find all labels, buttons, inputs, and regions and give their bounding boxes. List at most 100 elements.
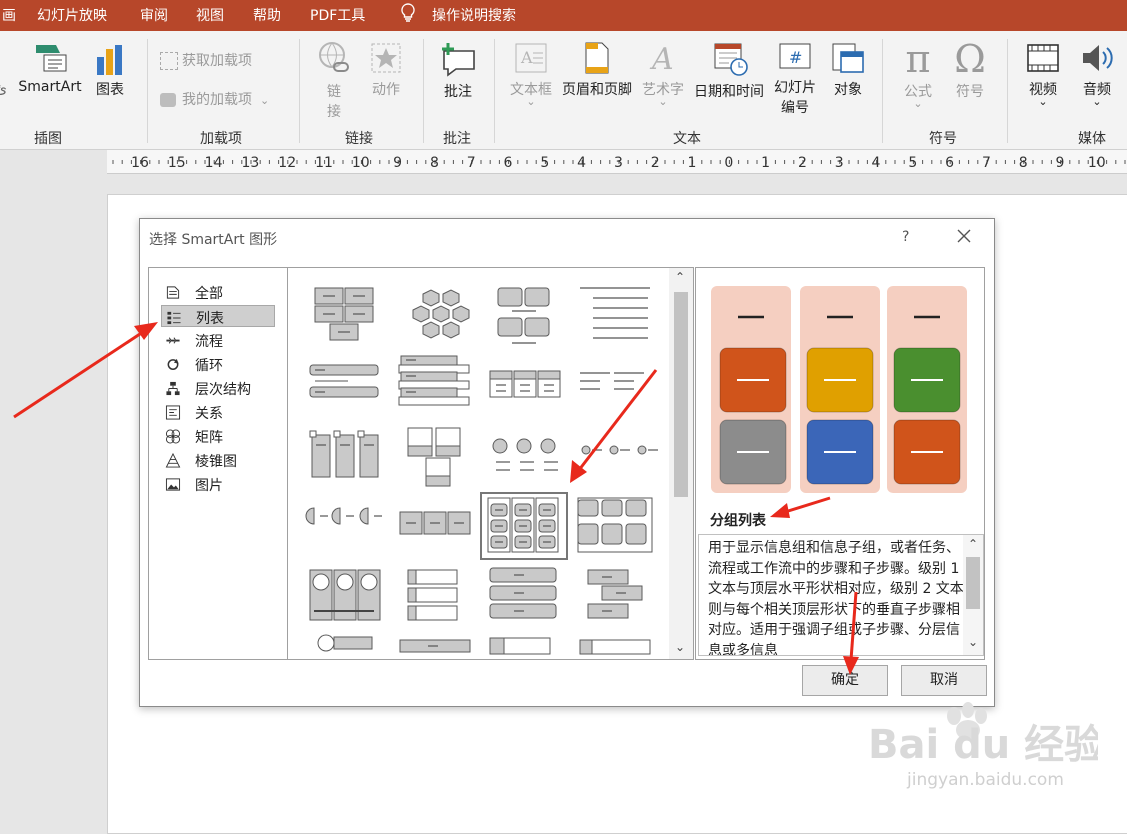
scroll-up-icon[interactable]: ⌃ (675, 270, 685, 284)
category-label: 列表 (196, 311, 224, 327)
get-addins-button[interactable]: 获取加载项 (160, 50, 252, 70)
category-label: 矩阵 (195, 430, 223, 446)
slide-number-button[interactable]: # 幻灯片 编号 (772, 41, 818, 117)
group-illustrations-label: 插图 (34, 131, 62, 147)
category-label: 关系 (195, 406, 223, 422)
slide-number-icon: # (779, 43, 811, 69)
layout-name: 分组列表 (710, 513, 766, 529)
watermark-url: jingyan.baidu.com (907, 770, 1064, 790)
help-button[interactable]: ? (902, 229, 909, 245)
process-icon (166, 337, 180, 344)
link-icon (319, 42, 349, 72)
horizontal-ruler: 16 15 14 13 12 11 10 9 8 7 6 5 4 3 2 1 0 1 2 3 4 5 6 7 8 9 10 (107, 150, 1127, 174)
menu-help[interactable]: 帮助 (253, 5, 281, 25)
speaker-icon (1083, 45, 1113, 71)
film-icon (1027, 44, 1059, 72)
chevron-down-icon: ⌄ (1092, 95, 1102, 108)
category-label: 循环 (195, 358, 223, 374)
header-footer-button[interactable]: 页眉和页脚 (559, 41, 635, 99)
action-button[interactable]: 动作 (368, 41, 404, 99)
get-addins-label: 获取加载项 (182, 53, 252, 69)
description-scroll-thumb[interactable] (966, 557, 980, 609)
ruler-label: 3 (835, 155, 844, 171)
category-label: 图片 (195, 478, 223, 494)
wordart-button[interactable]: A 艺术字 ⌄ (640, 41, 686, 108)
ruler-label: 11 (315, 155, 333, 171)
smartart-button[interactable]: SmartArt (16, 43, 84, 95)
ruler-label: 3 (614, 155, 623, 171)
slide-number-label-1: 幻灯片 (774, 80, 816, 96)
close-icon[interactable] (954, 226, 974, 246)
gallery-scrollbar[interactable]: ⌃ ⌄ (669, 268, 693, 659)
chart-button[interactable]: 图表 (90, 43, 130, 99)
smartart-label: SmartArt (18, 79, 82, 95)
object-button[interactable]: 对象 (828, 41, 868, 99)
category-label: 层次结构 (195, 382, 251, 398)
tell-me-search[interactable]: 操作说明搜索 (432, 5, 516, 25)
partial-button-label: ئ (0, 81, 7, 97)
layout-preview-image (711, 286, 967, 493)
ruler-label: 4 (872, 155, 881, 171)
ruler-label: 4 (577, 155, 586, 171)
my-addins-button[interactable]: 我的加载项 ⌄ (160, 89, 269, 109)
group-links-label: 链接 (345, 131, 373, 147)
ruler-label: 15 (168, 155, 186, 171)
textbox-button[interactable]: A 文本框 ⌄ (508, 41, 554, 107)
category-label: 棱锥图 (195, 454, 237, 470)
slide-number-label-2: 编号 (781, 100, 809, 116)
category-item[interactable]: 棱锥图 (161, 449, 275, 471)
menu-view[interactable]: 视图 (196, 5, 224, 25)
ruler-label: 10 (352, 155, 370, 171)
ruler-label: 8 (430, 155, 439, 171)
gallery-scroll-thumb[interactable] (674, 292, 688, 497)
menu-slideshow[interactable]: 幻灯片放映 (37, 5, 107, 25)
ruler-label: 2 (798, 155, 807, 171)
link-button[interactable]: 链 接 (316, 41, 352, 121)
svg-text:A: A (520, 48, 533, 67)
ok-button[interactable]: 确定 (802, 665, 888, 696)
category-item[interactable]: 全部 (161, 281, 275, 303)
baidu-watermark-logo: Bai du 经验 (868, 698, 1104, 772)
audio-button[interactable]: 音频 ⌄ (1076, 41, 1118, 108)
cycle-icon (167, 358, 179, 370)
description-scrollbar[interactable]: ⌃ ⌄ (963, 535, 983, 655)
calendar-clock-icon (714, 43, 748, 76)
menu-review[interactable]: 审阅 (140, 5, 168, 25)
smartart-icon (36, 45, 67, 72)
matrix-icon (165, 429, 181, 444)
symbol-button[interactable]: Ω 符号 (950, 37, 990, 101)
ruler-label: 0 (724, 155, 733, 171)
header-footer-label: 页眉和页脚 (562, 82, 632, 98)
equation-button[interactable]: π 公式 ⌄ (898, 37, 938, 109)
datetime-button[interactable]: 日期和时间 (690, 41, 768, 101)
category-item[interactable]: 循环 (161, 353, 275, 375)
picture-icon (165, 478, 181, 491)
category-item[interactable]: 矩阵 (161, 425, 275, 447)
category-item[interactable]: 图片 (161, 473, 275, 495)
ruler-label: 9 (1056, 155, 1065, 171)
category-item[interactable]: 关系 (161, 401, 275, 423)
chevron-down-icon: ⌄ (658, 95, 668, 108)
category-label: 全部 (195, 286, 223, 302)
ruler-label: 14 (205, 155, 223, 171)
ruler-label: 8 (1019, 155, 1028, 171)
scroll-up-icon[interactable]: ⌃ (968, 537, 978, 551)
menu-pdf-tools[interactable]: PDF工具 (310, 5, 365, 25)
ruler-label: 1 (761, 155, 770, 171)
category-item[interactable]: 流程 (161, 329, 275, 351)
relationship-icon (165, 405, 181, 420)
menu-draw[interactable]: 画 (2, 5, 16, 25)
action-label: 动作 (372, 82, 400, 98)
scroll-down-icon[interactable]: ⌄ (968, 635, 978, 649)
scroll-down-icon[interactable]: ⌄ (675, 640, 685, 654)
category-item[interactable]: 层次结构 (161, 377, 275, 399)
cancel-button[interactable]: 取消 (901, 665, 987, 696)
gallery-thumbnails (305, 287, 658, 655)
layout-gallery: ⌃ ⌄ (288, 267, 694, 660)
category-item[interactable]: 列表 (161, 305, 275, 327)
comment-button[interactable]: 批注 (438, 41, 478, 101)
addin-plus-icon (160, 52, 178, 70)
category-label: 流程 (195, 334, 223, 350)
video-button[interactable]: 视频 ⌄ (1022, 41, 1064, 107)
all-icon (166, 286, 180, 299)
